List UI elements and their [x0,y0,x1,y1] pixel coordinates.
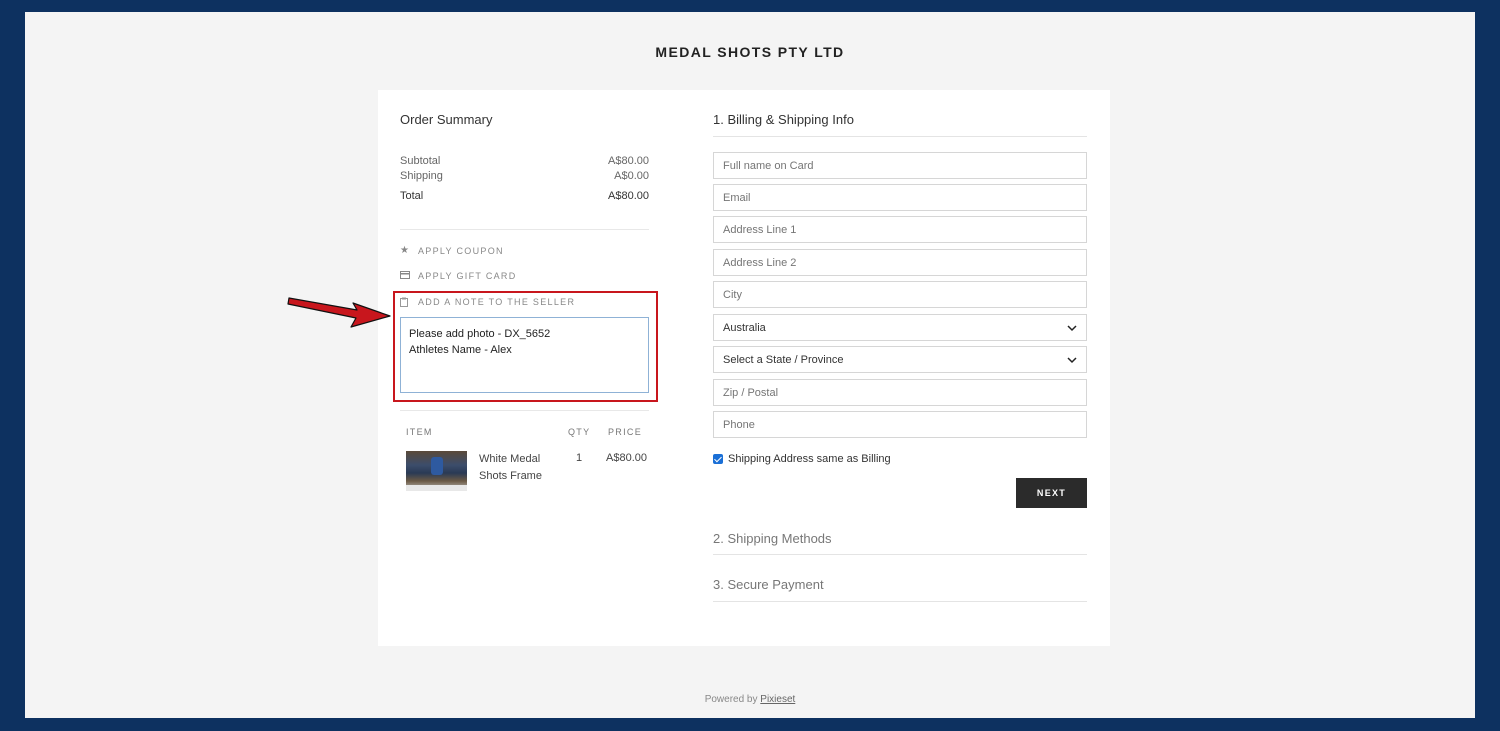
product-thumbnail [406,451,467,491]
shipping-methods-title[interactable]: 2. Shipping Methods [713,531,832,546]
address-line2-input[interactable] [713,249,1087,276]
subtotal-value: A$80.00 [608,155,649,167]
shipping-row: Shipping A$0.00 [400,170,649,182]
credit-card-icon [400,271,410,281]
apply-gift-card-label: APPLY GIFT CARD [418,271,517,281]
checkout-page: MEDAL SHOTS PTY LTD Order Summary Subtot… [25,12,1475,718]
shipping-methods-divider [713,554,1087,555]
subtotal-label: Subtotal [400,155,441,167]
red-arrow-annotation [287,297,391,328]
email-input[interactable] [713,184,1087,211]
billing-divider [713,136,1087,137]
country-value: Australia [723,321,766,334]
seller-note-textarea[interactable]: Please add photo - DX_5652 Athletes Name… [400,317,649,393]
add-note-link[interactable]: ADD A NOTE TO THE SELLER [400,297,575,307]
item-price: A$80.00 [606,452,647,464]
state-select[interactable]: Select a State / Province [713,346,1087,373]
price-column-header: PRICE [608,427,643,437]
checkout-card: Order Summary Subtotal A$80.00 Shipping … [378,90,1110,646]
summary-divider [400,229,649,230]
chevron-down-icon [1067,356,1077,363]
state-value: Select a State / Province [723,353,844,366]
total-value: A$80.00 [608,190,649,202]
apply-coupon-label: APPLY COUPON [418,246,504,256]
item-name: White Medal Shots Frame [479,453,542,482]
add-note-label: ADD A NOTE TO THE SELLER [418,297,576,307]
next-button[interactable]: NEXT [1016,478,1087,508]
subtotal-row: Subtotal A$80.00 [400,155,649,167]
shipping-value: A$0.00 [614,170,649,182]
total-row: Total A$80.00 [400,190,649,202]
item-column-header: ITEM [406,427,433,437]
country-select[interactable]: Australia [713,314,1087,341]
pixieset-link[interactable]: Pixieset [760,694,795,705]
same-address-label: Shipping Address same as Billing [728,453,891,465]
item-qty: 1 [576,452,583,464]
clipboard-icon [400,297,410,307]
shipping-label: Shipping [400,170,443,182]
order-summary-title: Order Summary [400,112,493,127]
phone-input[interactable] [713,411,1087,438]
secure-payment-divider [713,601,1087,602]
city-input[interactable] [713,281,1087,308]
apply-coupon-link[interactable]: ★ APPLY COUPON [400,245,504,257]
address-line1-input[interactable] [713,216,1087,243]
footer: Powered by Pixieset [25,694,1475,705]
qty-column-header: QTY [568,427,591,437]
total-label: Total [400,190,424,202]
same-address-checkbox[interactable] [713,454,723,464]
full-name-input[interactable] [713,152,1087,179]
same-address-checkbox-row[interactable]: Shipping Address same as Billing [713,453,891,465]
footer-prefix: Powered by [704,694,758,705]
star-icon: ★ [400,245,411,256]
billing-section-title[interactable]: 1. Billing & Shipping Info [713,112,854,127]
zip-input[interactable] [713,379,1087,406]
apply-gift-card-link[interactable]: APPLY GIFT CARD [400,271,517,281]
chevron-down-icon [1067,324,1077,331]
secure-payment-title[interactable]: 3. Secure Payment [713,577,824,592]
items-divider [400,410,649,411]
store-name: MEDAL SHOTS PTY LTD [655,44,845,60]
